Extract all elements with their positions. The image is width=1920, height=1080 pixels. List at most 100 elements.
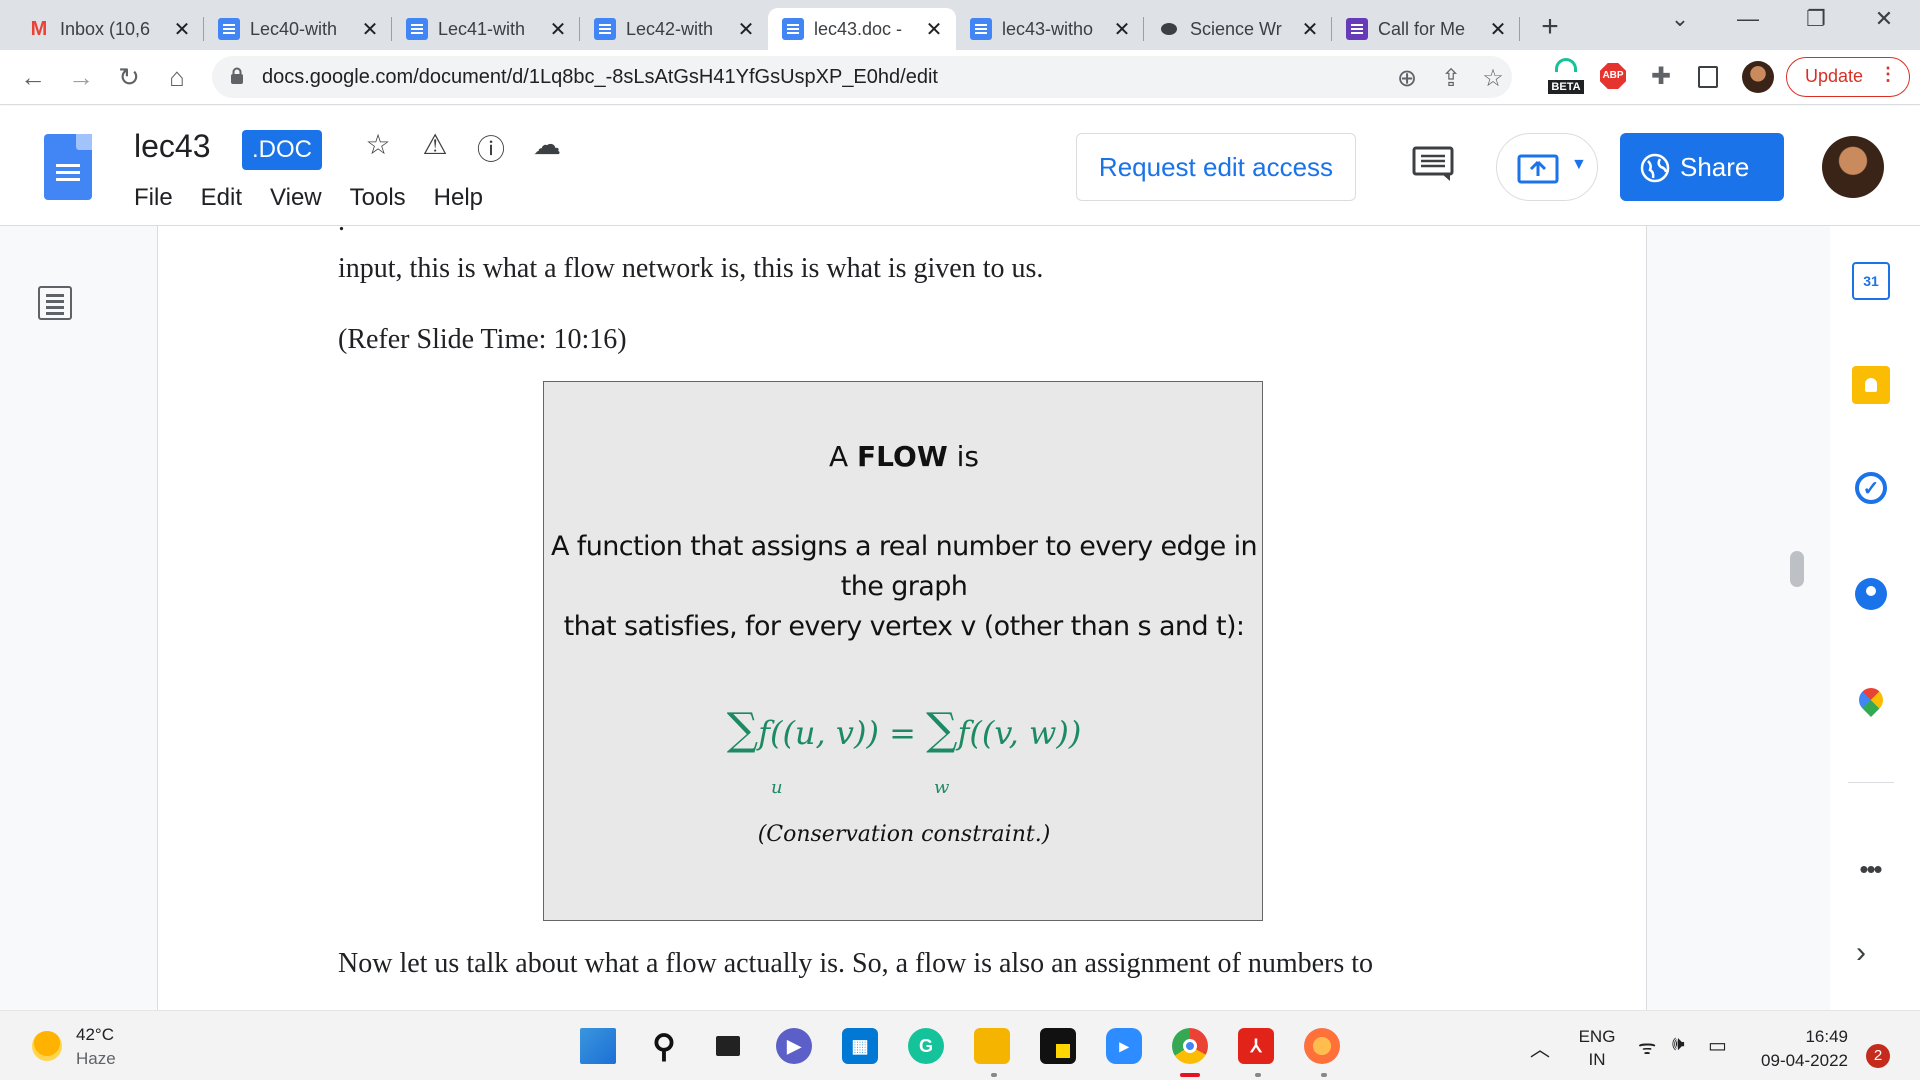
present-mode-button[interactable]: ▼ (1496, 133, 1598, 201)
tab-lec43-doc[interactable]: lec43.doc - ✕ (768, 8, 956, 50)
file-explorer-icon[interactable] (974, 1028, 1010, 1064)
firefox-icon[interactable] (1304, 1028, 1340, 1064)
expand-panel-chevron-icon[interactable]: › (1856, 936, 1866, 970)
docs-logo-icon[interactable] (44, 134, 92, 200)
task-view-icon[interactable] (710, 1028, 746, 1064)
slide-body: A function that assigns a real number to… (544, 527, 1264, 647)
grammarly-icon[interactable]: G (908, 1028, 944, 1064)
keep-icon[interactable] (1852, 366, 1890, 404)
forward-arrow-icon[interactable]: → (66, 62, 96, 93)
document-outline-icon[interactable] (38, 286, 72, 320)
restore-icon[interactable]: ❐ (1796, 6, 1836, 32)
minimize-icon[interactable]: — (1728, 6, 1768, 32)
sum-subscript-w: w (934, 777, 950, 798)
language-code: ENG (1578, 1027, 1616, 1046)
document-title[interactable]: lec43 (134, 128, 211, 165)
zoom-icon[interactable]: ⊕ (1392, 64, 1422, 93)
bookmark-star-icon[interactable]: ☆ (1478, 64, 1508, 93)
menu-file[interactable]: File (134, 184, 173, 212)
workspace-side-panel: 31 ✓ ••• › (1830, 226, 1920, 1010)
document-info-icon[interactable]: ⓘ (474, 128, 508, 168)
tab-lec43-without[interactable]: lec43-witho ✕ (956, 8, 1144, 50)
paragraph-line: input, this is what a flow network is, t… (338, 253, 1044, 284)
contacts-icon[interactable] (1855, 578, 1887, 610)
tab-lec41[interactable]: Lec41-with ✕ (392, 8, 580, 50)
request-edit-access-button[interactable]: Request edit access (1076, 133, 1356, 201)
tasks-icon[interactable]: ✓ (1855, 472, 1887, 504)
update-button[interactable]: Update ⋮ (1786, 57, 1910, 97)
weather-condition[interactable]: Haze (76, 1049, 116, 1069)
extensions-puzzle-icon[interactable]: ✚ (1646, 62, 1676, 91)
tab-title: Lec40-with (250, 18, 338, 39)
back-arrow-icon[interactable]: ← (18, 62, 48, 93)
tab-search-chevron-icon[interactable]: ⌄ (1660, 6, 1700, 32)
docs-icon (594, 18, 616, 40)
address-bar[interactable]: docs.google.com/document/d/1Lq8bc_-8sLsA… (212, 56, 1512, 98)
windows-start-icon[interactable] (580, 1028, 616, 1064)
kebab-menu-icon[interactable]: ⋮ (1879, 64, 1897, 85)
menu-help[interactable]: Help (434, 184, 483, 212)
slide-title-flow: FLOW (857, 440, 948, 473)
close-tab-icon[interactable]: ✕ (924, 17, 944, 42)
document-page[interactable]: . input, this is what a flow network is,… (157, 226, 1647, 1010)
move-to-drive-icon[interactable]: ⚠ (418, 128, 452, 161)
sticky-notes-icon[interactable] (1040, 1028, 1076, 1064)
document-canvas: . input, this is what a flow network is,… (0, 226, 1920, 1010)
conservation-constraint-note: (Conservation constraint.) (757, 822, 1051, 847)
system-clock[interactable]: 16:49 09-04-2022 (1748, 1025, 1848, 1073)
volume-icon[interactable]: 🕪 (1672, 1033, 1685, 1056)
maps-icon[interactable] (1854, 683, 1888, 717)
close-tab-icon[interactable]: ✕ (736, 17, 756, 42)
new-tab-button[interactable]: + (1535, 10, 1565, 44)
chat-app-icon[interactable]: ▶ (776, 1028, 812, 1064)
battery-icon[interactable]: ▭ (1708, 1033, 1727, 1058)
close-tab-icon[interactable]: ✕ (1300, 17, 1320, 42)
adblock-extension-icon[interactable]: ABP (1600, 63, 1626, 89)
more-addons-icon[interactable]: ••• (1850, 854, 1890, 885)
account-avatar[interactable] (1822, 136, 1884, 198)
wifi-icon[interactable]: ᯤ (1638, 1033, 1656, 1060)
side-panel-icon[interactable] (1698, 66, 1718, 88)
notification-count-badge[interactable]: 2 (1866, 1044, 1890, 1068)
vertical-scrollbar-thumb[interactable] (1790, 551, 1804, 587)
tab-lec42[interactable]: Lec42-with ✕ (580, 8, 768, 50)
profile-avatar[interactable] (1742, 61, 1774, 93)
slide-body-line-2: that satisfies, for every vertex v (othe… (563, 611, 1245, 642)
search-icon[interactable]: ⚲ (646, 1028, 682, 1064)
window-close-icon[interactable]: ✕ (1864, 6, 1904, 32)
tab-science-writing[interactable]: Science Wr ✕ (1144, 8, 1332, 50)
comment-history-icon[interactable] (1412, 146, 1454, 182)
weather-sun-icon[interactable] (32, 1031, 62, 1061)
update-label: Update (1805, 66, 1864, 86)
calendar-icon[interactable]: 31 (1852, 262, 1890, 300)
tab-call-for-me[interactable]: Call for Me ✕ (1332, 8, 1520, 50)
close-tab-icon[interactable]: ✕ (548, 17, 568, 42)
menu-tools[interactable]: Tools (350, 184, 406, 212)
acrobat-icon[interactable]: ⅄ (1238, 1028, 1274, 1064)
tab-lec40[interactable]: Lec40-with ✕ (204, 8, 392, 50)
tab-gmail-inbox[interactable]: M Inbox (10,6 ✕ (14, 8, 204, 50)
home-icon[interactable]: ⌂ (162, 62, 192, 93)
star-icon[interactable]: ☆ (361, 128, 395, 161)
reload-icon[interactable]: ↻ (114, 62, 144, 93)
close-tab-icon[interactable]: ✕ (172, 17, 192, 42)
share-page-icon[interactable]: ⇪ (1436, 64, 1466, 93)
cloud-status-icon[interactable]: ☁ (530, 128, 564, 161)
show-hidden-icons-chevron-icon[interactable]: ︿ (1530, 1033, 1550, 1062)
share-button[interactable]: Share (1620, 133, 1784, 201)
slide-time-reference: (Refer Slide Time: 10:16) (338, 324, 627, 355)
temperature[interactable]: 42°C (76, 1025, 114, 1045)
close-tab-icon[interactable]: ✕ (1112, 17, 1132, 42)
close-tab-icon[interactable]: ✕ (360, 17, 380, 42)
chrome-icon[interactable] (1172, 1028, 1208, 1064)
close-tab-icon[interactable]: ✕ (1488, 17, 1508, 42)
menu-view[interactable]: View (270, 184, 322, 212)
lock-icon (231, 67, 243, 84)
grammarly-beta-extension-icon[interactable]: BETA (1548, 58, 1584, 98)
store-icon[interactable]: ▦ (842, 1028, 878, 1064)
sigma-symbol: ∑ (926, 704, 958, 755)
docs-icon (782, 18, 804, 40)
zoom-icon[interactable]: ▸ (1106, 1028, 1142, 1064)
menu-edit[interactable]: Edit (201, 184, 242, 212)
input-language[interactable]: ENG IN (1575, 1025, 1619, 1071)
